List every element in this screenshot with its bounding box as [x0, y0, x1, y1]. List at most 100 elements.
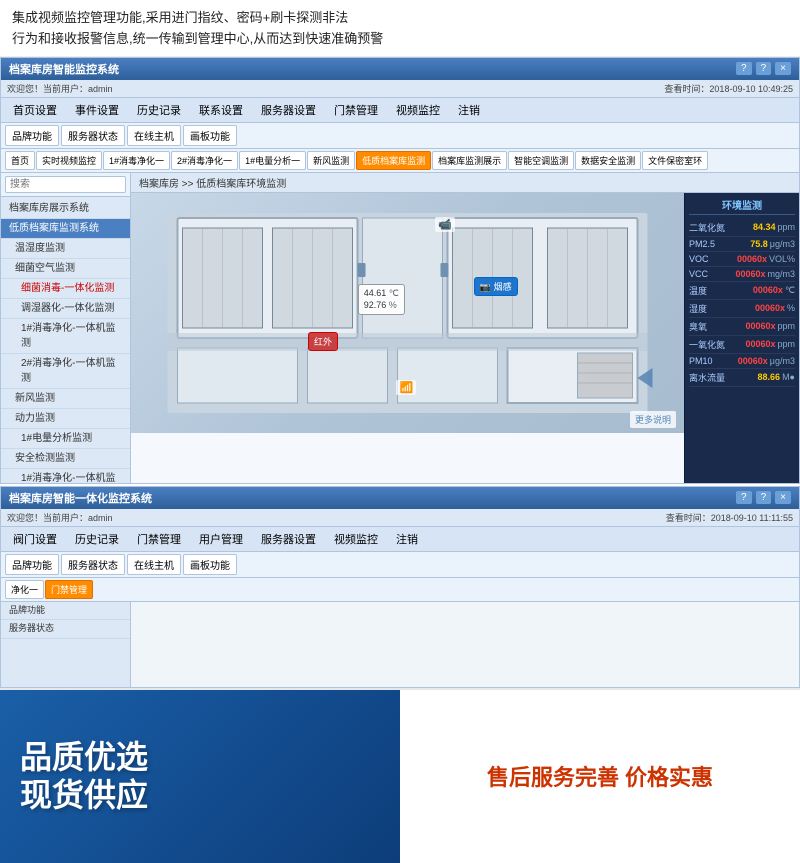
- window1-controls[interactable]: ? ? ×: [736, 62, 791, 75]
- nav-security[interactable]: 数据安全监测: [575, 151, 641, 170]
- menu-history[interactable]: 历史记录: [129, 100, 189, 120]
- env-ozone-unit: ppm: [777, 321, 795, 331]
- sidebar-item-lowq[interactable]: 低质档案库监测系统: [1, 219, 130, 239]
- toolbar-draw[interactable]: 画板功能: [183, 125, 237, 146]
- nav-video[interactable]: 实时视频监控: [36, 151, 102, 170]
- window1-sidebar: 档案库房展示系统 低质档案库监测系统 温湿度监测 细菌空气监测 细菌消毒-一体化…: [1, 173, 131, 483]
- nav-ac[interactable]: 智能空调监测: [508, 151, 574, 170]
- env-vcc-value: 00060x: [727, 269, 765, 279]
- banner-line1: 集成视频监控管理功能,采用进门指纹、密码+刷卡探测非法: [12, 8, 788, 29]
- env-water-unit: M●: [782, 372, 795, 382]
- w2-sidebar-item1[interactable]: 品牌功能: [1, 602, 130, 621]
- menu-logout[interactable]: 注销: [450, 100, 488, 120]
- window1-main: 档案库房 >> 低质档案库环境监测: [131, 173, 799, 483]
- banner-line2: 行为和接收报警信息,统一传输到管理中心,从而达到快速准确预警: [12, 29, 788, 50]
- more-button[interactable]: 更多说明: [630, 411, 676, 428]
- env-co2-value: 84.34: [737, 222, 775, 232]
- w2-menu-server[interactable]: 服务器设置: [253, 529, 324, 549]
- sensor-values: 44.61 ℃ 92.76 %: [358, 284, 405, 315]
- window1-toolbar: 品牌功能 服务器状态 在线主机 画板功能: [1, 123, 799, 149]
- window1-titlebar: 档案库房智能监控系统 ? ? ×: [1, 58, 799, 80]
- w2-toolbar-draw[interactable]: 画板功能: [183, 554, 237, 575]
- env-row-vcc: VCC 00060x mg/m3: [689, 267, 795, 282]
- env-row-co2: 二氧化氮 84.34 ppm: [689, 219, 795, 237]
- sidebar-nav: 档案库房展示系统 低质档案库监测系统 温湿度监测 细菌空气监测 细菌消毒-一体化…: [1, 197, 130, 483]
- software-window-1: 档案库房智能监控系统 ? ? × 欢迎您！当前用户：admin 查看时间：201…: [0, 57, 800, 484]
- sidebar-item-safety-clean1[interactable]: 1#消毒净化-一体机监测: [1, 469, 130, 483]
- sidebar-item-bacteria-disinfect[interactable]: 细菌消毒-一体化监测: [1, 279, 130, 299]
- env-co2-unit: ppm: [777, 222, 795, 232]
- w2-menu-valve[interactable]: 阀门设置: [5, 529, 65, 549]
- w2-menu-users[interactable]: 用户管理: [191, 529, 251, 549]
- w2-welcome-text: 欢迎您！当前用户：admin: [7, 511, 113, 524]
- env-row-ozone: 臭氧 00060x ppm: [689, 318, 795, 336]
- maximize-button[interactable]: ?: [756, 62, 772, 75]
- nav-ventilation[interactable]: 新风监测: [307, 151, 355, 170]
- env-row-no: 一氧化氮 00060x ppm: [689, 336, 795, 354]
- sidebar-item-safety[interactable]: 安全检测监测: [1, 449, 130, 469]
- breadcrumb: 档案库房 >> 低质档案库环境监测: [131, 173, 799, 193]
- sensor-value1: 44.61 ℃: [364, 287, 399, 300]
- toolbar-brand[interactable]: 品牌功能: [5, 125, 59, 146]
- env-temp-name: 温度: [689, 284, 745, 297]
- nav-display[interactable]: 档案库监测展示: [432, 151, 507, 170]
- menu-home-settings[interactable]: 首页设置: [5, 100, 65, 120]
- menu-server[interactable]: 服务器设置: [253, 100, 324, 120]
- sidebar-item-bacteria[interactable]: 细菌空气监测: [1, 259, 130, 279]
- minimize-button[interactable]: ?: [736, 62, 752, 75]
- env-temp-unit: ℃: [785, 285, 795, 296]
- menu-door[interactable]: 门禁管理: [326, 100, 386, 120]
- nav-power[interactable]: 1#电量分析一: [239, 151, 306, 170]
- sidebar-item-temp-humid[interactable]: 温湿度监测: [1, 239, 130, 259]
- menu-event-settings[interactable]: 事件设置: [67, 100, 127, 120]
- sidebar-item-clean2[interactable]: 2#消毒净化-一体机监测: [1, 354, 130, 389]
- sidebar-item-archive-display[interactable]: 档案库房展示系统: [1, 199, 130, 219]
- promo-service-text: 售后服务完善 价格实惠: [487, 760, 713, 792]
- sidebar-item-humidity-ctrl[interactable]: 调湿器化-一体化监测: [1, 299, 130, 319]
- promo-line1: 品质优选: [20, 738, 380, 776]
- menu-contact[interactable]: 联系设置: [191, 100, 251, 120]
- w2-toolbar-brand[interactable]: 品牌功能: [5, 554, 59, 575]
- w2-sidebar-item2[interactable]: 服务器状态: [1, 620, 130, 639]
- env-temp-value: 00060x: [745, 285, 783, 295]
- w2-menu-door[interactable]: 门禁管理: [129, 529, 189, 549]
- window2-controls[interactable]: ? ? ×: [736, 491, 791, 504]
- nav-home[interactable]: 首页: [5, 151, 35, 170]
- toolbar-online[interactable]: 在线主机: [127, 125, 181, 146]
- w2-menu-video[interactable]: 视频监控: [326, 529, 386, 549]
- w2-toolbar-server[interactable]: 服务器状态: [61, 554, 125, 575]
- nav-lowquality[interactable]: 低质档案库监测: [356, 151, 431, 170]
- w2-minimize-button[interactable]: ?: [736, 491, 752, 504]
- w2-menu-logout[interactable]: 注销: [388, 529, 426, 549]
- w2-menu-history[interactable]: 历史记录: [67, 529, 127, 549]
- env-row-pm10: PM10 00060x μg/m3: [689, 354, 795, 369]
- w2-toolbar-online[interactable]: 在线主机: [127, 554, 181, 575]
- window1-navtabs: 首页 实时视频监控 1#消毒净化一 2#消毒净化一 1#电量分析一 新风监测 低…: [1, 149, 799, 173]
- sensor-smoke[interactable]: 📷 烟感: [474, 277, 518, 296]
- w2-close-button[interactable]: ×: [775, 491, 791, 504]
- env-voc-value: 00060x: [729, 254, 767, 264]
- nav-file[interactable]: 文件保密室环: [642, 151, 708, 170]
- menu-video[interactable]: 视频监控: [388, 100, 448, 120]
- sidebar-item-clean1[interactable]: 1#消毒净化-一体机监测: [1, 319, 130, 354]
- sensor-infrared[interactable]: 红外: [308, 332, 338, 351]
- env-panel-title: 环境监测: [689, 197, 795, 215]
- env-row-pm25: PM2.5 75.8 μg/m3: [689, 237, 795, 252]
- w2-nav-door[interactable]: 门禁管理: [45, 580, 93, 599]
- sidebar-search-input[interactable]: [5, 176, 126, 193]
- w2-nav-clean[interactable]: 净化一: [5, 580, 44, 599]
- env-pm10-value: 00060x: [730, 356, 768, 366]
- close-button[interactable]: ×: [775, 62, 791, 75]
- sidebar-item-power-analysis[interactable]: 1#电量分析监测: [1, 429, 130, 449]
- w2-maximize-button[interactable]: ?: [756, 491, 772, 504]
- promo-banner: 品质优选 现货供应 售后服务完善 价格实惠: [0, 688, 800, 863]
- nav-clean2[interactable]: 2#消毒净化一: [171, 151, 238, 170]
- sidebar-item-power[interactable]: 动力监测: [1, 409, 130, 429]
- sidebar-item-ventilation[interactable]: 新风监测: [1, 389, 130, 409]
- welcome-text: 欢迎您！当前用户：admin: [7, 82, 113, 95]
- window1-title: 档案库房智能监控系统: [9, 61, 119, 77]
- env-pm10-unit: μg/m3: [770, 356, 795, 366]
- toolbar-server[interactable]: 服务器状态: [61, 125, 125, 146]
- sensor-value2: 92.76 %: [364, 299, 399, 312]
- nav-clean1[interactable]: 1#消毒净化一: [103, 151, 170, 170]
